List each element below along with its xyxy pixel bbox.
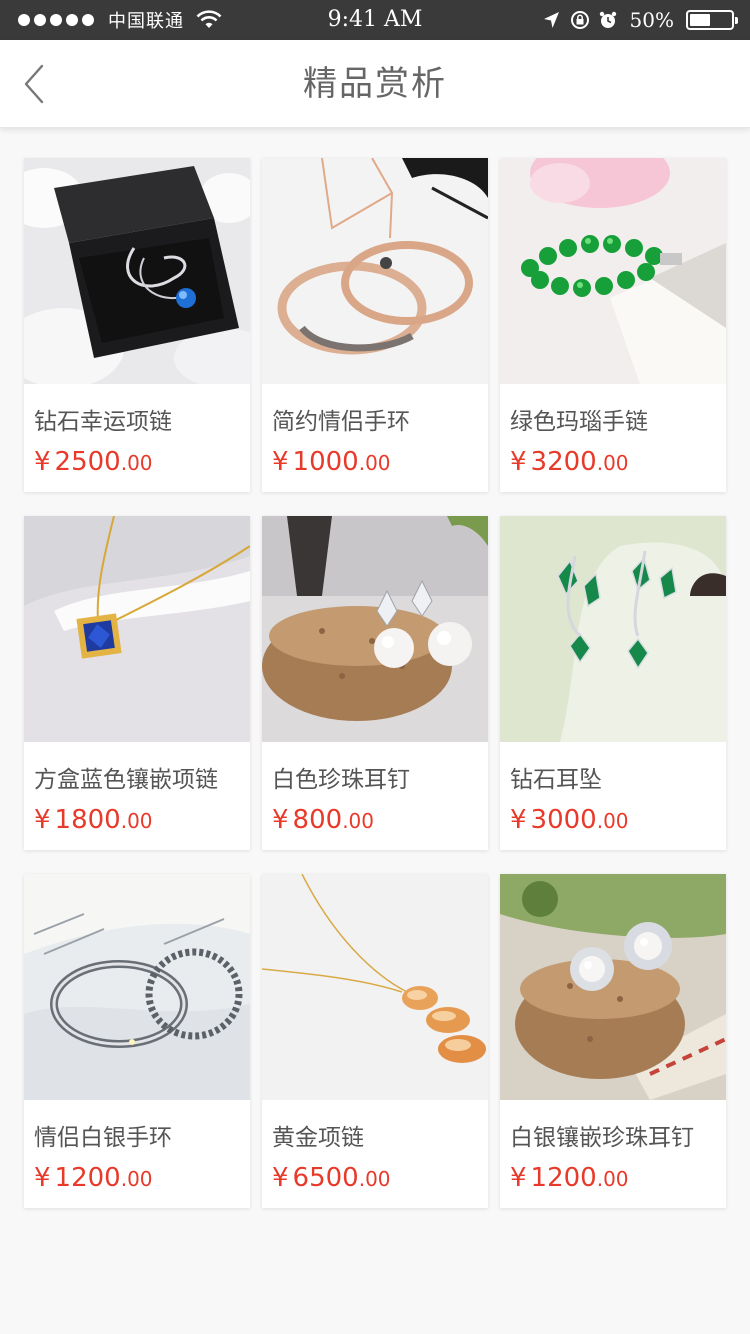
product-price: ¥1200.00 [24,1156,250,1197]
product-image-rose-gold-bangles [262,158,488,384]
product-image-silver-bangles [24,874,250,1100]
currency-symbol: ¥ [510,447,527,477]
price-integer: 1200 [54,1163,121,1193]
product-image-silver-pearl-earrings [500,874,726,1100]
product-price: ¥3000.00 [500,798,726,839]
product-image-green-agate-bracelet [500,158,726,384]
product-name: 绿色玛瑙手链 [510,409,648,435]
price-decimal: .00 [596,451,629,475]
product-card[interactable]: 钻石幸运项链 ¥2500.00 [24,158,250,492]
status-bar: 中国联通 9:41 AM 50% [0,0,750,40]
price-decimal: .00 [596,809,629,833]
currency-symbol: ¥ [34,447,51,477]
product-image-blue-square-pendant [24,516,250,742]
page-title: 精品赏析 [303,64,447,104]
rotation-lock-icon [570,11,589,29]
product-name: 白银镶嵌珍珠耳钉 [510,1125,694,1151]
product-price: ¥1000.00 [262,440,488,481]
product-price: ¥800.00 [262,798,488,839]
product-price: ¥1200.00 [500,1156,726,1197]
product-card[interactable]: 情侣白银手环 ¥1200.00 [24,874,250,1208]
product-image-pearl-earrings [262,516,488,742]
product-image-emerald-drop-earrings [500,516,726,742]
product-name: 白色珍珠耳钉 [272,767,410,793]
price-integer: 1800 [54,805,121,835]
currency-symbol: ¥ [272,1163,289,1193]
product-name: 钻石幸运项链 [34,409,172,435]
price-integer: 6500 [292,1163,359,1193]
product-name: 情侣白银手环 [34,1125,172,1151]
price-decimal: .00 [120,809,153,833]
price-decimal: .00 [120,1167,153,1191]
battery-percent: 50% [629,8,674,32]
currency-symbol: ¥ [272,805,289,835]
product-price: ¥2500.00 [24,440,250,481]
product-price: ¥3200.00 [500,440,726,481]
product-image-gold-necklace [262,874,488,1100]
product-grid: 钻石幸运项链 ¥2500.00 简约情侣手环 ¥1000.00 绿色玛瑙手链 ¥… [24,158,726,1208]
battery-fill [690,14,710,26]
price-decimal: .00 [120,451,153,475]
location-arrow-icon [543,12,559,28]
price-integer: 1000 [292,447,359,477]
product-name: 黄金项链 [272,1125,364,1151]
currency-symbol: ¥ [34,1163,51,1193]
price-integer: 2500 [54,447,121,477]
product-name: 方盒蓝色镶嵌项链 [34,767,218,793]
product-price: ¥6500.00 [262,1156,488,1197]
product-name: 简约情侣手环 [272,409,410,435]
currency-symbol: ¥ [510,1163,527,1193]
battery-icon [686,10,738,30]
price-decimal: .00 [596,1167,629,1191]
product-card[interactable]: 白色珍珠耳钉 ¥800.00 [262,516,488,850]
price-integer: 3000 [530,805,597,835]
status-bar-right: 50% [542,0,738,40]
product-card[interactable]: 简约情侣手环 ¥1000.00 [262,158,488,492]
product-card[interactable]: 黄金项链 ¥6500.00 [262,874,488,1208]
alarm-icon [599,11,616,28]
product-card[interactable]: 绿色玛瑙手链 ¥3200.00 [500,158,726,492]
price-integer: 3200 [530,447,597,477]
product-card[interactable]: 钻石耳坠 ¥3000.00 [500,516,726,850]
price-decimal: .00 [358,1167,391,1191]
product-image-diamond-necklace [24,158,250,384]
product-name: 钻石耳坠 [510,767,602,793]
product-card[interactable]: 方盒蓝色镶嵌项链 ¥1800.00 [24,516,250,850]
price-integer: 1200 [530,1163,597,1193]
currency-symbol: ¥ [34,805,51,835]
currency-symbol: ¥ [510,805,527,835]
currency-symbol: ¥ [272,447,289,477]
price-integer: 800 [292,805,343,835]
navigation-bar: 精品赏析 [0,40,750,128]
price-decimal: .00 [358,451,391,475]
price-decimal: .00 [342,809,374,833]
product-price: ¥1800.00 [24,798,250,839]
product-card[interactable]: 白银镶嵌珍珠耳钉 ¥1200.00 [500,874,726,1208]
